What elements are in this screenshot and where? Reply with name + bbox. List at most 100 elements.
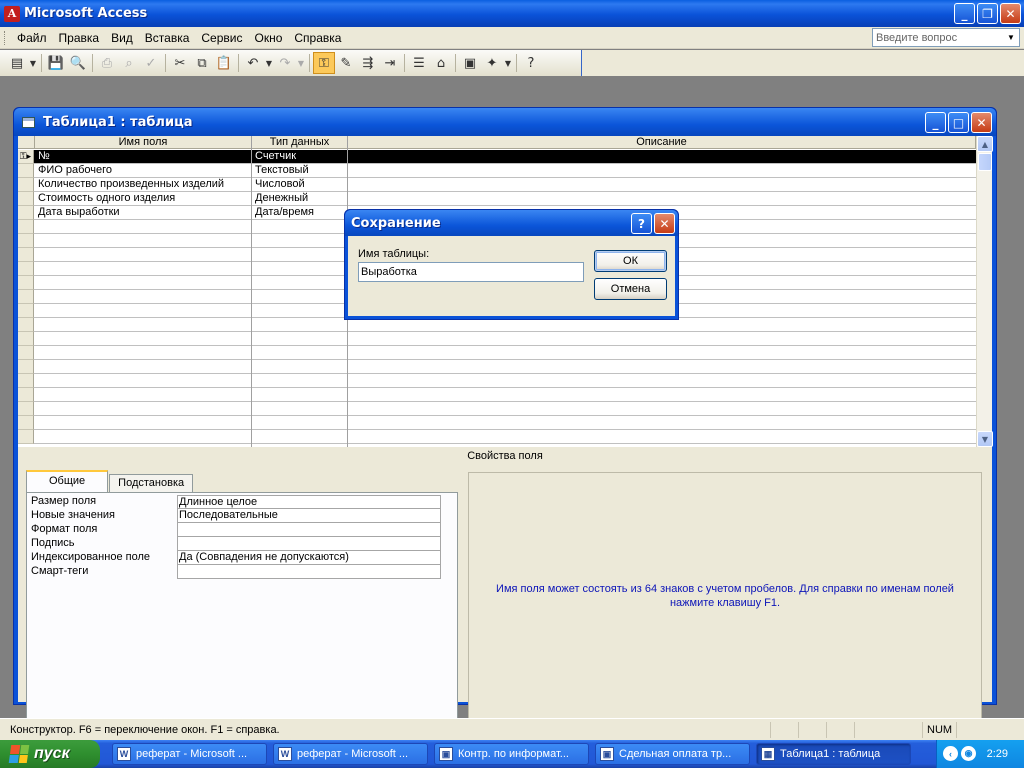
data-type-cell[interactable]: Денежный — [252, 192, 347, 206]
tab-lookup[interactable]: Подстановка — [109, 474, 194, 492]
description-cell[interactable] — [348, 164, 968, 178]
property-value[interactable] — [177, 523, 441, 537]
search-icon[interactable]: 🔍 — [67, 52, 89, 74]
print-preview-icon[interactable]: ⌕ — [118, 52, 140, 74]
close-button[interactable]: ✕ — [654, 213, 675, 234]
redo-dropdown-icon[interactable]: ▼ — [296, 52, 306, 74]
row-selector[interactable] — [18, 430, 34, 444]
row-selector[interactable] — [18, 248, 34, 262]
close-button[interactable]: ✕ — [971, 112, 992, 133]
undo-icon[interactable]: ↶ — [242, 52, 264, 74]
row-selector[interactable] — [18, 374, 34, 388]
property-value[interactable]: Последовательные — [177, 509, 441, 523]
menu-window[interactable]: Окно — [248, 31, 288, 45]
menu-view[interactable]: Вид — [105, 31, 139, 45]
table-name-input[interactable] — [358, 262, 584, 282]
child-title-bar[interactable]: Таблица1 : таблица _ □ ✕ — [14, 108, 996, 136]
row-selector[interactable] — [18, 262, 34, 276]
build-expression-icon[interactable]: ⌂ — [430, 52, 452, 74]
access-icon[interactable]: A — [4, 5, 20, 22]
scroll-up-icon[interactable]: ▲ — [977, 136, 993, 152]
print-icon[interactable]: ⎙ — [96, 52, 118, 74]
dialog-title-bar[interactable]: Сохранение ? ✕ — [345, 210, 678, 236]
property-value[interactable] — [177, 565, 441, 579]
description-cell[interactable] — [348, 150, 968, 164]
view-dropdown-icon[interactable]: ▼ — [28, 52, 38, 74]
new-object-dropdown-icon[interactable]: ▼ — [503, 52, 513, 74]
menu-edit[interactable]: Правка — [53, 31, 106, 45]
taskbar-button[interactable]: ▣ Сдельная оплата тр... — [595, 743, 750, 765]
properties-icon[interactable]: ☰ — [408, 52, 430, 74]
row-selector[interactable] — [18, 318, 34, 332]
taskbar-button[interactable]: ▣ Контр. по информат... — [434, 743, 589, 765]
primary-key-icon[interactable]: ⚿▸ — [18, 150, 34, 164]
minimize-button[interactable]: _ — [954, 3, 975, 24]
menu-insert[interactable]: Вставка — [139, 31, 196, 45]
row-selector[interactable] — [18, 290, 34, 304]
data-type-cell[interactable]: Числовой — [252, 178, 347, 192]
maximize-button[interactable]: □ — [948, 112, 969, 133]
description-cell[interactable] — [348, 178, 968, 192]
insert-rows-icon[interactable]: ⇶ — [357, 52, 379, 74]
row-selector[interactable] — [18, 346, 34, 360]
undo-dropdown-icon[interactable]: ▼ — [264, 52, 274, 74]
menu-file[interactable]: Файл — [11, 31, 53, 45]
row-selector[interactable] — [18, 416, 34, 430]
menu-help[interactable]: Справка — [288, 31, 347, 45]
property-value[interactable] — [177, 537, 441, 551]
redo-icon[interactable]: ↷ — [274, 52, 296, 74]
row-selector[interactable] — [18, 332, 34, 346]
row-selector[interactable] — [18, 402, 34, 416]
field-name-cell[interactable]: ФИО рабочего — [35, 164, 251, 178]
ask-question-box[interactable]: Введите вопрос ▼ — [872, 28, 1020, 47]
minimize-button[interactable]: _ — [925, 112, 946, 133]
taskbar-button[interactable]: Wреферат - Microsoft ... — [273, 743, 428, 765]
close-button[interactable]: ✕ — [1000, 3, 1021, 24]
row-selector[interactable] — [18, 276, 34, 290]
help-icon[interactable]: ? — [631, 213, 652, 234]
start-button[interactable]: пуск — [0, 740, 100, 768]
grid-corner[interactable] — [18, 136, 35, 149]
column-header-field-name[interactable]: Имя поля — [35, 136, 252, 149]
field-name-cell[interactable]: № — [35, 150, 251, 164]
field-name-cell[interactable]: Дата выработки — [35, 206, 251, 220]
new-object-icon[interactable]: ✦ — [481, 52, 503, 74]
primary-key-icon[interactable]: ⚿ — [313, 52, 335, 74]
scroll-thumb[interactable] — [978, 153, 992, 171]
clock[interactable]: 2:29 — [987, 748, 1008, 760]
spelling-icon[interactable]: ✓ — [140, 52, 162, 74]
row-selector[interactable] — [18, 206, 34, 220]
vertical-scrollbar[interactable]: ▲ ▼ — [976, 136, 993, 447]
property-value[interactable]: Длинное целое — [177, 495, 441, 509]
row-selector[interactable] — [18, 220, 34, 234]
column-header-description[interactable]: Описание — [348, 136, 976, 149]
restore-button[interactable]: ❐ — [977, 3, 998, 24]
row-selector[interactable] — [18, 388, 34, 402]
property-value[interactable]: Да (Совпадения не допускаются) — [177, 551, 441, 565]
data-type-cell[interactable]: Дата/время — [252, 206, 347, 220]
taskbar-button[interactable]: Wреферат - Microsoft ... — [112, 743, 267, 765]
build-icon[interactable]: ✎ — [335, 52, 357, 74]
copy-icon[interactable]: ⧉ — [191, 52, 213, 74]
language-icon[interactable]: ‹ — [943, 746, 958, 761]
description-cell[interactable] — [348, 192, 968, 206]
column-header-data-type[interactable]: Тип данных — [252, 136, 348, 149]
view-icon[interactable]: ▤ — [6, 52, 28, 74]
field-name-cell[interactable]: Количество произведенных изделий — [35, 178, 251, 192]
row-selector[interactable] — [18, 164, 34, 178]
cancel-button[interactable]: Отмена — [594, 278, 667, 300]
taskbar-button[interactable]: ▦ Таблица1 : таблица — [756, 743, 911, 765]
cut-icon[interactable]: ✂ — [169, 52, 191, 74]
row-selector[interactable] — [18, 304, 34, 318]
menu-tools[interactable]: Сервис — [195, 31, 248, 45]
scroll-down-icon[interactable]: ▼ — [977, 431, 993, 447]
row-selector[interactable] — [18, 178, 34, 192]
delete-rows-icon[interactable]: ⇥ — [379, 52, 401, 74]
save-icon[interactable]: 💾 — [45, 52, 67, 74]
ok-button[interactable]: ОК — [594, 250, 667, 272]
field-name-cell[interactable]: Стоимость одного изделия — [35, 192, 251, 206]
speaker-icon[interactable]: ◉ — [961, 746, 976, 761]
row-selector[interactable] — [18, 192, 34, 206]
chevron-down-icon[interactable]: ▼ — [1004, 30, 1018, 45]
paste-icon[interactable]: 📋 — [213, 52, 235, 74]
